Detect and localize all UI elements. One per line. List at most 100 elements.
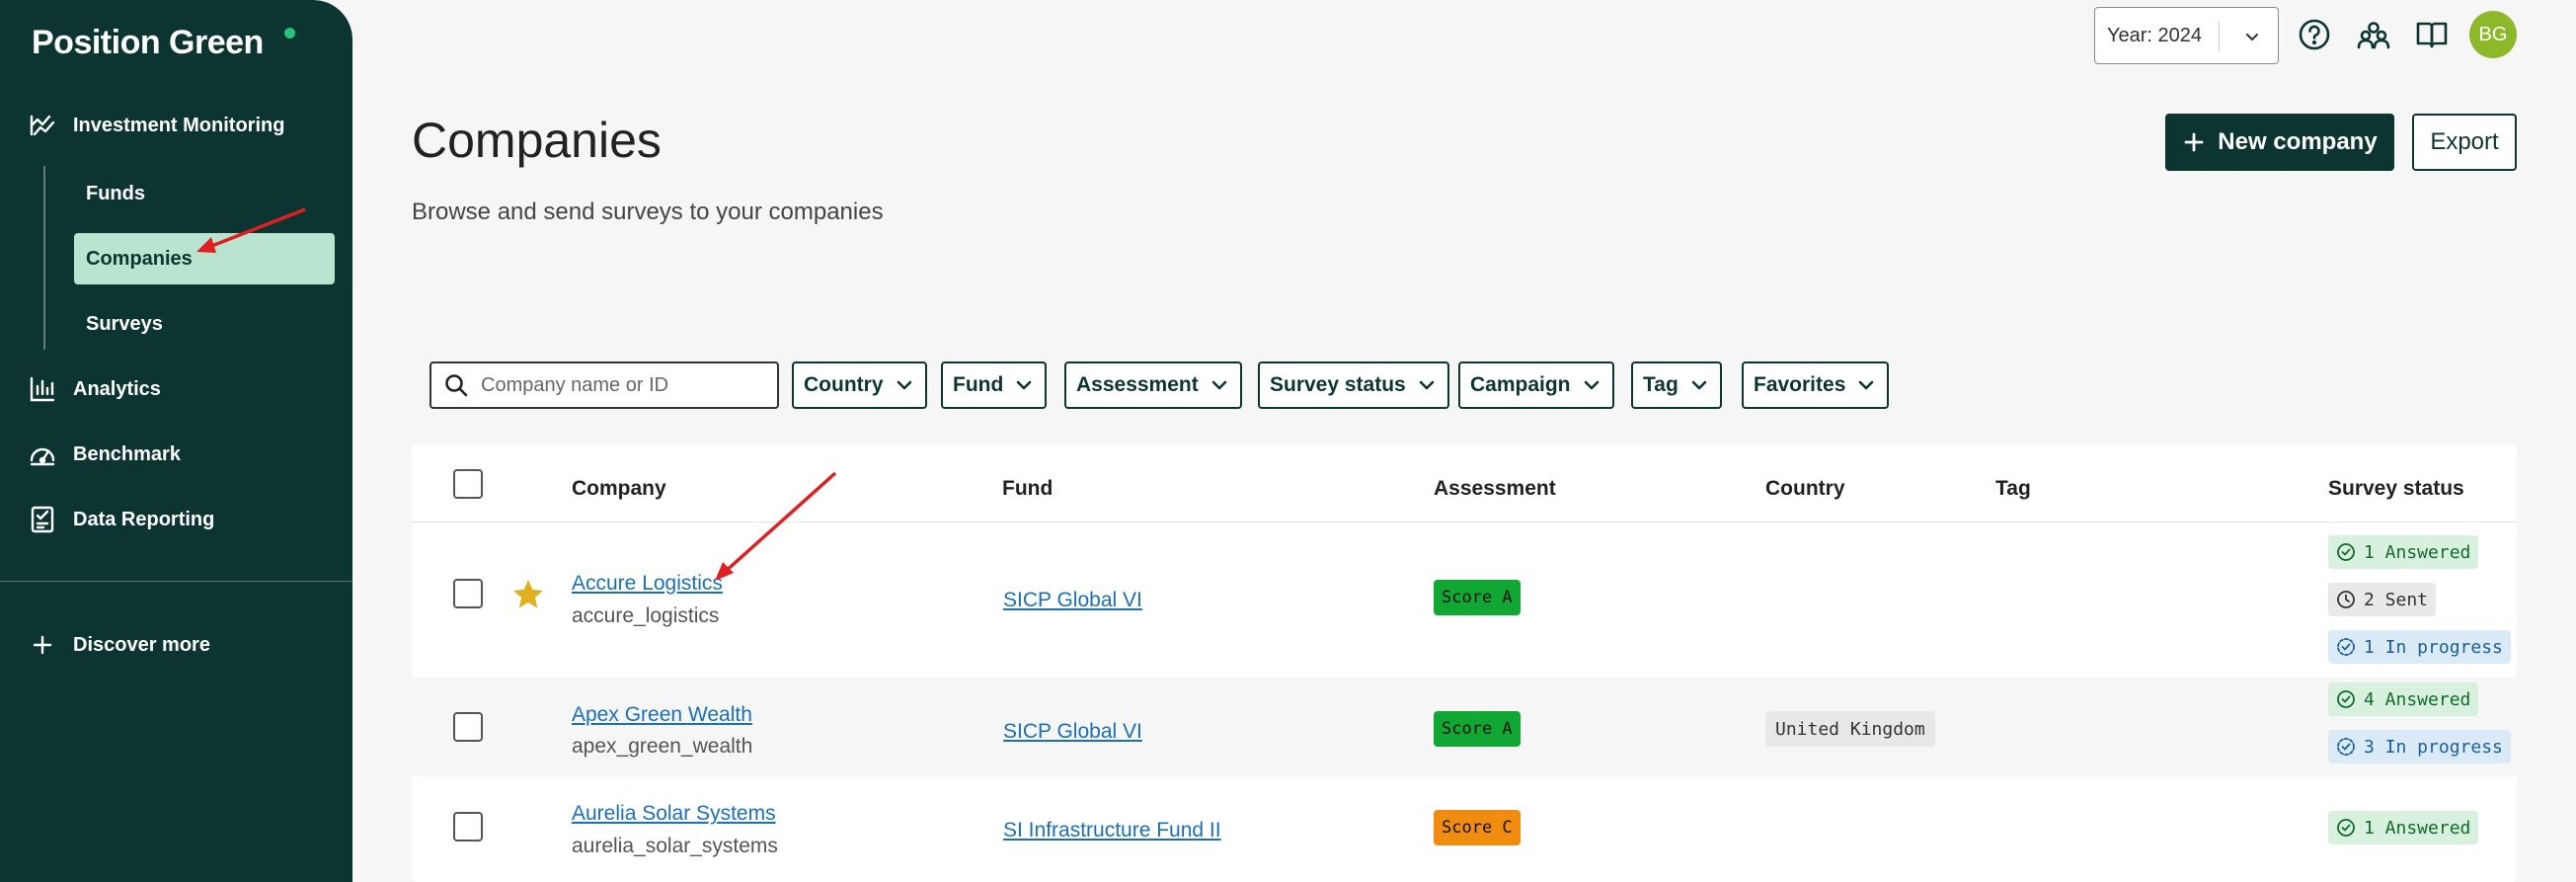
gauge-icon <box>30 447 55 466</box>
year-select-separator <box>2219 22 2220 51</box>
nav-data-reporting[interactable]: Data Reporting <box>28 505 214 534</box>
search-input[interactable] <box>481 373 757 397</box>
column-header-fund[interactable]: Fund <box>1002 477 1053 501</box>
status-in-progress-badge[interactable]: 1 In progress <box>2328 630 2511 664</box>
chevron-down-icon <box>1859 380 1874 390</box>
nav-benchmark[interactable]: Benchmark <box>28 440 181 469</box>
column-header-tag[interactable]: Tag <box>1995 477 2031 501</box>
year-select[interactable]: Year: 2024 <box>2094 7 2279 64</box>
sidebar: Position Green Investment Monitoring Fun… <box>0 0 352 882</box>
filter-country[interactable]: Country <box>792 361 927 409</box>
nav-analytics-label: Analytics <box>73 377 161 400</box>
row-checkbox[interactable] <box>453 712 483 742</box>
star-favorite-icon[interactable] <box>510 577 546 612</box>
select-all-checkbox[interactable] <box>453 469 483 499</box>
filter-fund-label: Fund <box>953 373 1004 396</box>
user-avatar[interactable]: BG <box>2469 11 2517 58</box>
filter-fund[interactable]: Fund <box>941 361 1048 409</box>
filter-assessment[interactable]: Assessment <box>1064 361 1242 409</box>
status-in-progress-badge[interactable]: 3 In progress <box>2328 730 2511 763</box>
nav-benchmark-label: Benchmark <box>73 442 181 465</box>
table-row: Accure Logistics accure_logistics SICP G… <box>412 522 2517 664</box>
status-answered-badge[interactable]: 1 Answered <box>2328 811 2479 844</box>
filter-tag-label: Tag <box>1643 373 1678 396</box>
plus-icon <box>33 635 52 655</box>
chevron-down-icon <box>1419 380 1435 390</box>
export-button[interactable]: Export <box>2412 114 2517 171</box>
status-in-progress-label: 1 In progress <box>2364 636 2503 658</box>
chevron-down-icon <box>2246 34 2258 40</box>
nav-analytics[interactable]: Analytics <box>28 374 161 404</box>
report-icon <box>31 506 54 533</box>
nav-discover-more-label: Discover more <box>73 633 210 656</box>
column-header-country[interactable]: Country <box>1765 477 1845 501</box>
nav-investment-monitoring-label: Investment Monitoring <box>73 114 285 136</box>
company-id: apex_green_wealth <box>572 735 753 758</box>
chevron-down-icon <box>897 380 911 390</box>
filter-country-label: Country <box>804 373 884 396</box>
country-chip: United Kingdom <box>1765 711 1935 747</box>
status-in-progress-label: 3 In progress <box>2364 736 2503 758</box>
status-answered-label: 1 Answered <box>2364 541 2471 563</box>
logo-dot-icon <box>284 28 295 39</box>
filter-campaign[interactable]: Campaign <box>1458 361 1614 409</box>
company-name-link[interactable]: Aurelia Solar Systems <box>572 802 776 826</box>
company-name-link[interactable]: Accure Logistics <box>572 572 723 596</box>
nav-investment-monitoring[interactable]: Investment Monitoring <box>28 111 284 140</box>
nav-data-reporting-label: Data Reporting <box>73 508 215 530</box>
sidebar-divider <box>0 581 352 582</box>
fund-link[interactable]: SICP Global VI <box>1003 589 1142 612</box>
status-sent-badge[interactable]: 2 Sent <box>2328 583 2437 616</box>
column-header-company[interactable]: Company <box>572 477 666 501</box>
chevron-down-icon <box>1584 380 1599 390</box>
filter-survey-status[interactable]: Survey status <box>1258 361 1449 409</box>
check-circle-icon <box>2337 819 2355 837</box>
status-sent-label: 2 Sent <box>2364 589 2429 610</box>
check-circle-icon <box>2337 543 2355 561</box>
status-answered-label: 1 Answered <box>2364 817 2471 839</box>
row-checkbox[interactable] <box>453 812 483 842</box>
sidebar-item-companies[interactable]: Companies <box>74 233 335 284</box>
status-answered-label: 4 Answered <box>2364 688 2471 710</box>
column-header-survey-status[interactable]: Survey status <box>2328 477 2464 501</box>
fund-link[interactable]: SICP Global VI <box>1003 720 1142 744</box>
book-icon[interactable] <box>2413 16 2451 53</box>
table-row: Aurelia Solar Systems aurelia_solar_syst… <box>412 776 2517 882</box>
filter-favorites-label: Favorites <box>1754 373 1846 396</box>
chevron-down-icon <box>1211 380 1227 390</box>
chart-trend-icon <box>30 115 55 136</box>
help-circle-icon[interactable] <box>2296 16 2333 53</box>
subnav-guide-line <box>43 166 45 350</box>
progress-check-icon <box>2337 638 2355 656</box>
company-name-link[interactable]: Apex Green Wealth <box>572 703 752 727</box>
app-logo[interactable]: Position Green <box>32 24 264 62</box>
filter-favorites[interactable]: Favorites <box>1742 361 1890 409</box>
fund-link[interactable]: SI Infrastructure Fund II <box>1003 819 1221 842</box>
filter-tag[interactable]: Tag <box>1631 361 1722 409</box>
company-id: accure_logistics <box>572 604 720 627</box>
chevron-down-icon <box>1017 380 1032 390</box>
chevron-down-icon <box>1691 380 1707 390</box>
companies-table: Company Fund Assessment Country Tag Surv… <box>412 444 2517 882</box>
filter-survey-status-label: Survey status <box>1270 373 1406 396</box>
bar-chart-icon <box>30 376 55 402</box>
nav-discover-more[interactable]: Discover more <box>28 630 210 660</box>
year-select-value: Year: 2024 <box>2107 24 2203 46</box>
page-subtitle: Browse and send surveys to your companie… <box>412 199 884 225</box>
progress-check-icon <box>2337 738 2355 756</box>
new-company-button[interactable]: New company <box>2165 114 2394 171</box>
row-checkbox[interactable] <box>453 579 483 608</box>
status-answered-badge[interactable]: 4 Answered <box>2328 682 2479 716</box>
assessment-badge: Score C <box>1434 810 1521 845</box>
community-icon[interactable] <box>2355 16 2392 53</box>
clock-icon <box>2337 591 2355 608</box>
sidebar-item-funds[interactable]: Funds <box>74 168 335 219</box>
sidebar-item-surveys[interactable]: Surveys <box>74 298 335 350</box>
plus-icon <box>2184 132 2204 152</box>
assessment-badge: Score A <box>1434 580 1521 615</box>
assessment-badge: Score A <box>1434 711 1521 747</box>
search-box[interactable] <box>429 361 779 409</box>
status-answered-badge[interactable]: 1 Answered <box>2328 535 2479 569</box>
search-icon <box>445 374 468 397</box>
column-header-assessment[interactable]: Assessment <box>1434 477 1556 501</box>
